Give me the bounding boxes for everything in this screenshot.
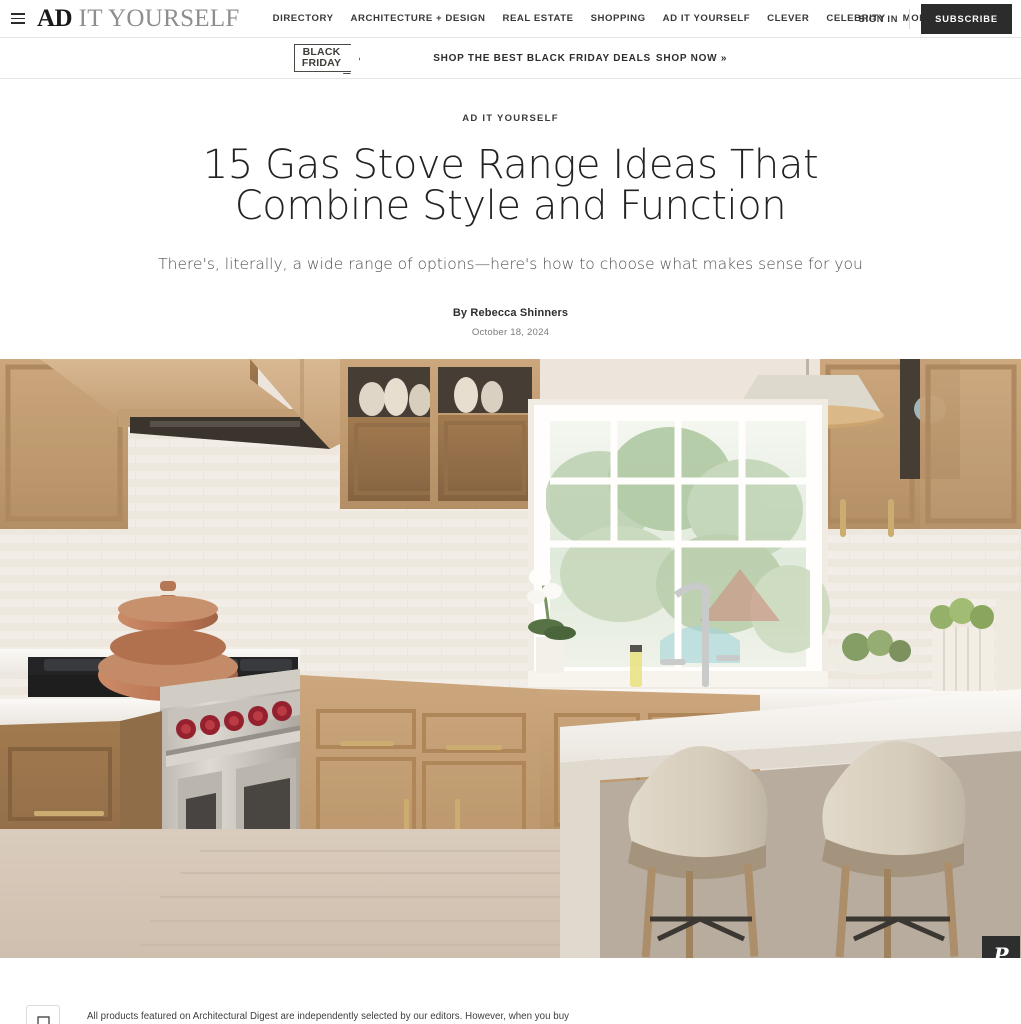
disclaimer-text: All products featured on Architectural D… bbox=[87, 1011, 570, 1022]
hamburger-bar bbox=[11, 17, 25, 20]
hamburger-bar bbox=[11, 22, 25, 24]
subscribe-button[interactable]: SUBSCRIBE bbox=[921, 4, 1012, 34]
hamburger-bar bbox=[11, 13, 25, 15]
hamburger-menu-icon[interactable] bbox=[5, 13, 31, 24]
nav-item-directory[interactable]: DIRECTORY bbox=[273, 13, 334, 24]
nav-right-group: SIGN IN SUBSCRIBE bbox=[859, 0, 1021, 38]
logo-ad: AD bbox=[37, 5, 73, 32]
deal-text: SHOP THE BEST BLACK FRIDAY DEALS bbox=[433, 52, 651, 64]
save-article-button[interactable] bbox=[26, 1005, 60, 1024]
black-friday-tag-badge[interactable]: BLACK FRIDAY bbox=[293, 44, 352, 72]
nav-item-ad-it-yourself[interactable]: AD IT YOURSELF bbox=[663, 13, 750, 24]
article-publish-date: October 18, 2024 bbox=[471, 327, 550, 338]
primary-nav-links: DIRECTORY ARCHITECTURE + DESIGN REAL EST… bbox=[273, 13, 942, 24]
hero-image: P Photo: Kyle J Caldwell bbox=[0, 359, 1021, 958]
nav-item-architecture-design[interactable]: ARCHITECTURE + DESIGN bbox=[351, 13, 486, 24]
article-byline[interactable]: By Rebecca Shinners bbox=[0, 307, 1021, 319]
page-title: 15 Gas Stove Range Ideas That Combine St… bbox=[202, 142, 819, 229]
site-logo[interactable]: AD IT YOURSELF bbox=[37, 6, 240, 31]
affiliate-disclaimer: All products featured on Architectural D… bbox=[0, 958, 1021, 1024]
black-friday-tag-line2: FRIDAY bbox=[301, 57, 342, 69]
black-friday-promo-bar: BLACK FRIDAY SHOP THE BEST BLACK FRIDAY … bbox=[0, 38, 1021, 79]
article-rubric[interactable]: AD IT YOURSELF bbox=[462, 113, 559, 124]
top-navigation-bar: AD IT YOURSELF DIRECTORY ARCHITECTURE + … bbox=[0, 0, 1021, 38]
nav-item-shopping[interactable]: SHOPPING bbox=[591, 13, 646, 24]
article-dek: There's, literally, a wide range of opti… bbox=[158, 255, 863, 273]
nav-item-clever[interactable]: CLEVER bbox=[767, 13, 809, 24]
logo-rest: IT YOURSELF bbox=[72, 5, 240, 32]
bookmark-icon bbox=[36, 1015, 50, 1024]
article-header: AD IT YOURSELF 15 Gas Stove Range Ideas … bbox=[0, 79, 1021, 338]
nav-divider bbox=[909, 9, 911, 29]
shop-now-label: SHOP NOW » bbox=[655, 52, 728, 64]
pinterest-icon: P bbox=[993, 943, 1009, 958]
black-friday-deal-link[interactable]: SHOP THE BEST BLACK FRIDAY DEALS SHOP NOW… bbox=[433, 53, 727, 64]
sign-in-link[interactable]: SIGN IN bbox=[859, 14, 899, 24]
kitchen-photo-illustration bbox=[0, 359, 1021, 958]
nav-item-real-estate[interactable]: REAL ESTATE bbox=[503, 13, 574, 24]
pinterest-save-button[interactable]: P bbox=[982, 936, 1020, 958]
